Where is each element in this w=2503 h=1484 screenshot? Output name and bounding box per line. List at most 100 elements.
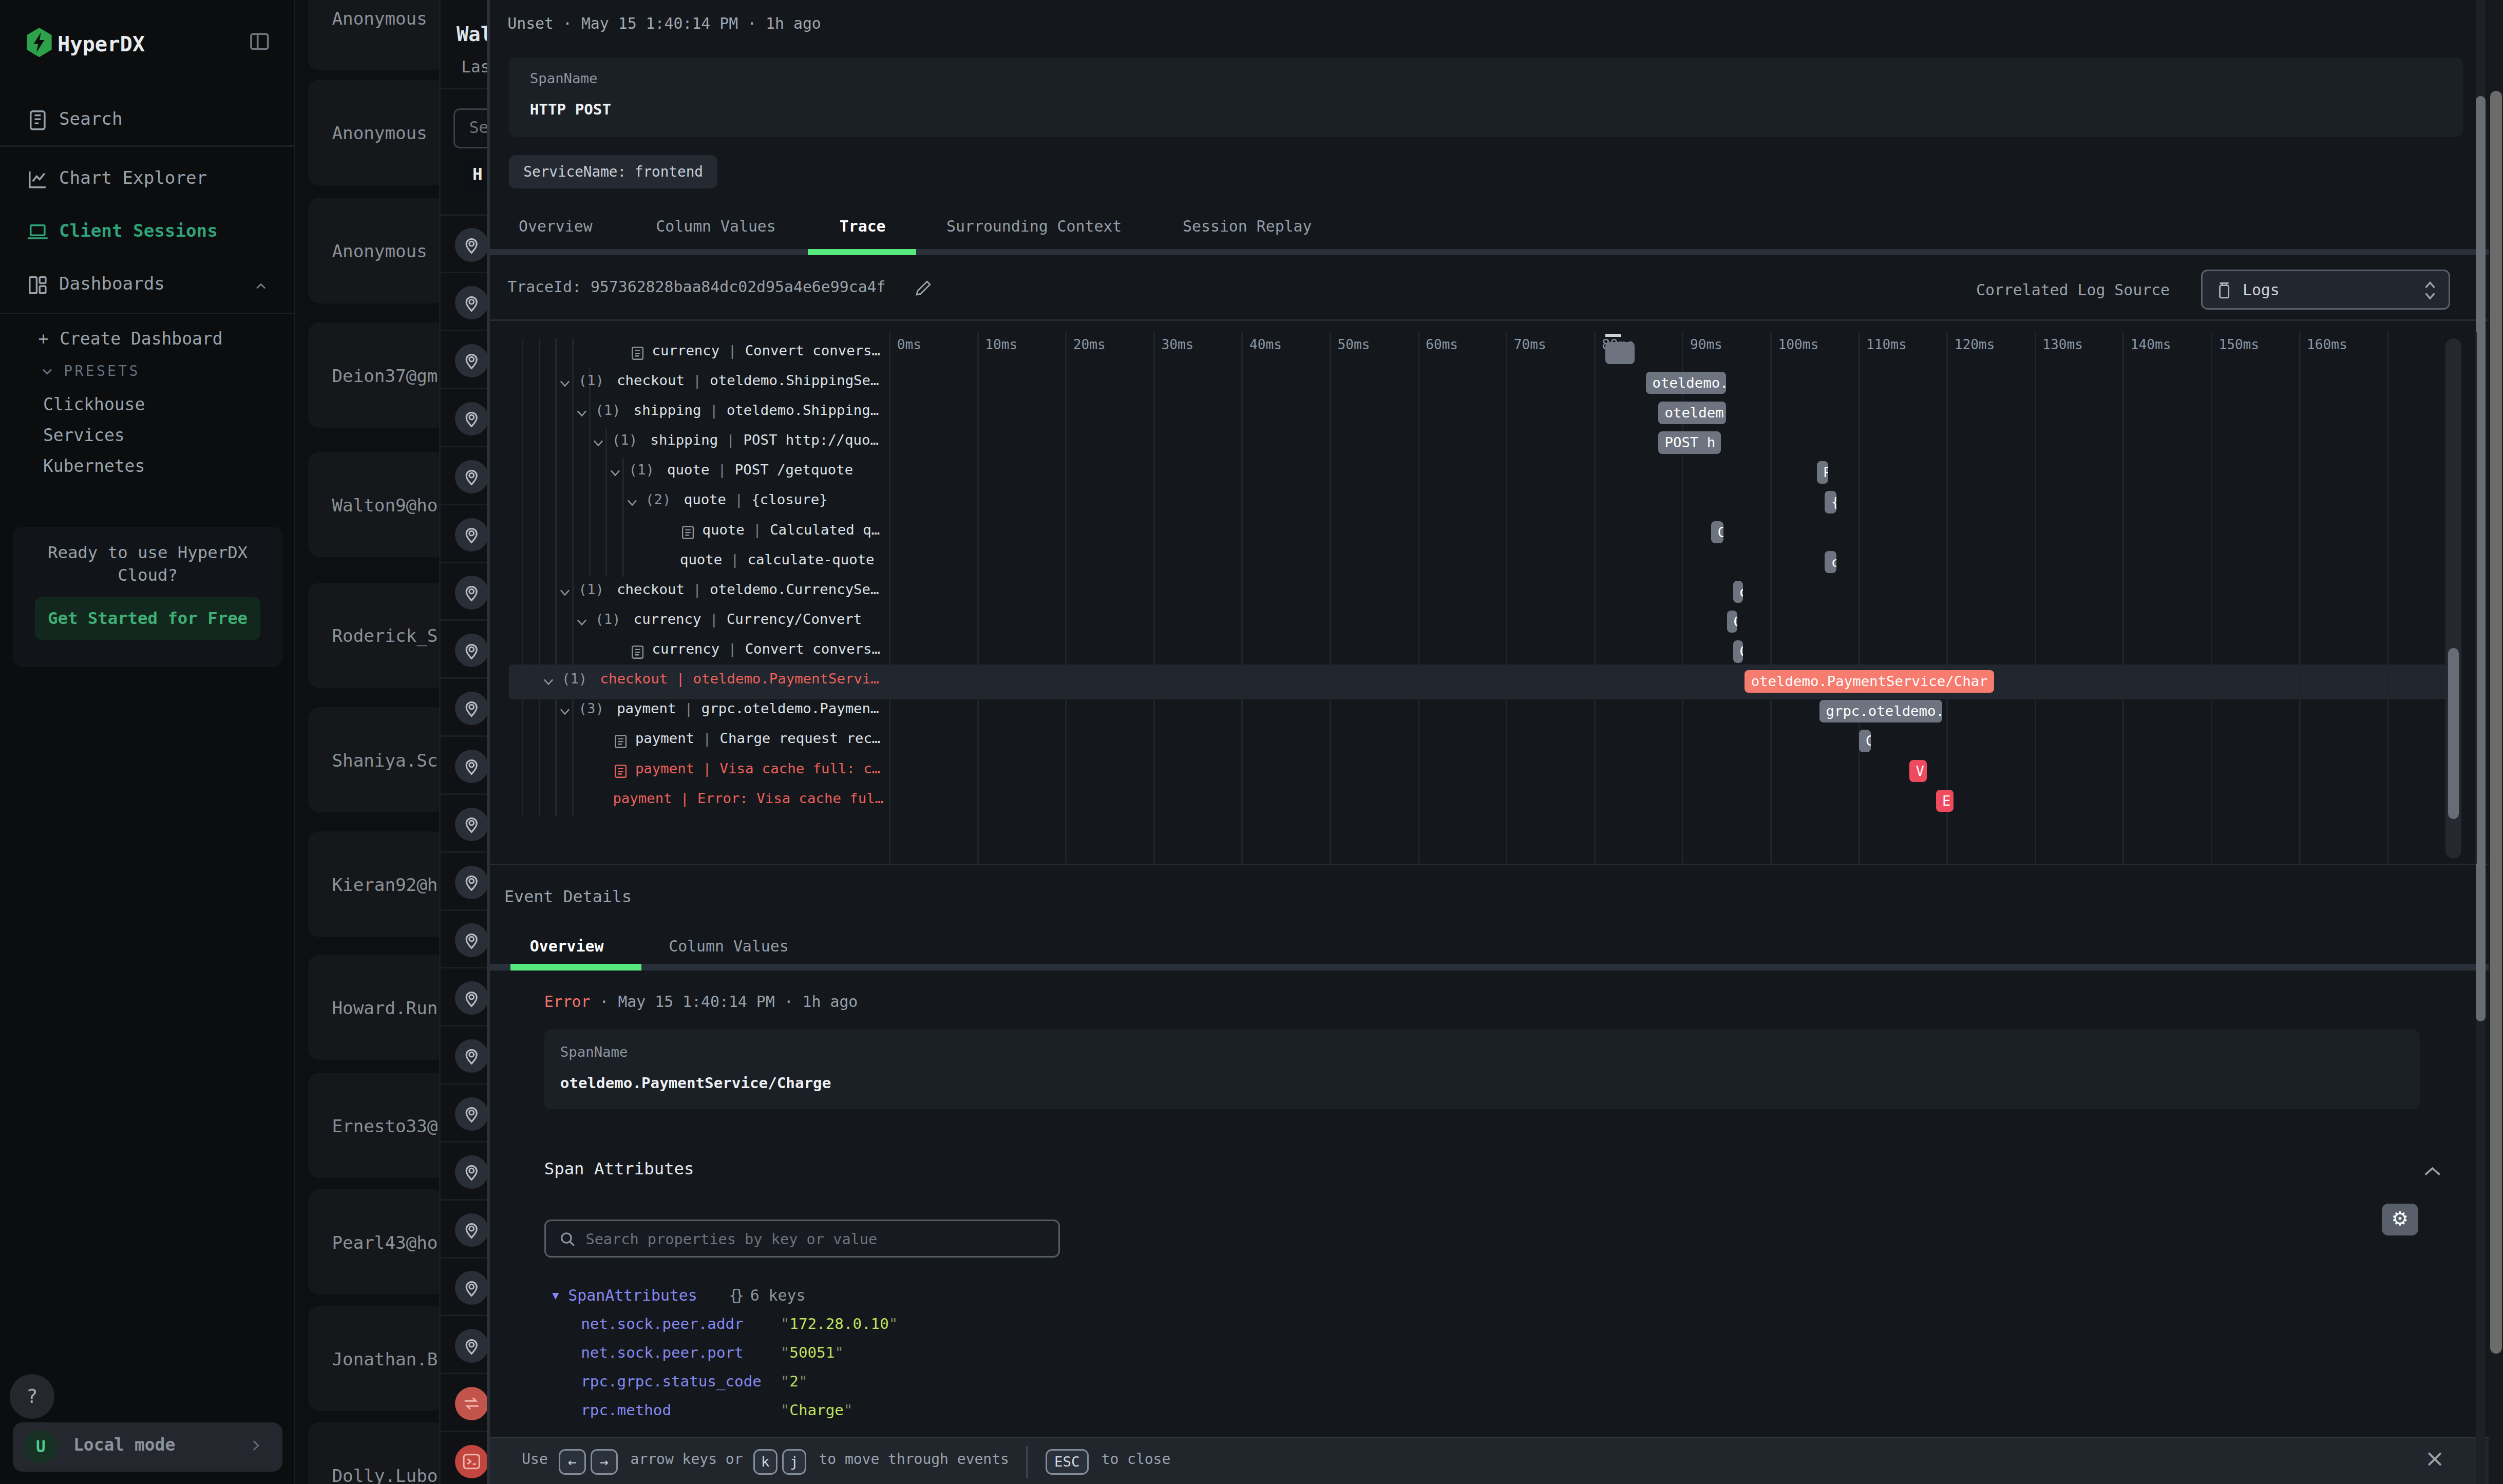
- attributes-root-row[interactable]: ▼ SpanAttributes {} 6 keys: [552, 1286, 805, 1304]
- session-event-row[interactable]: [441, 619, 487, 677]
- session-event-row[interactable]: [441, 1141, 487, 1199]
- session-event-row[interactable]: [441, 677, 487, 735]
- attribute-row[interactable]: net.sock.peer.port"50051": [581, 1344, 743, 1361]
- trace-span-row[interactable]: quote | Calculated q…C: [490, 518, 2503, 547]
- span-duration-bar[interactable]: oteldemo.PaymentService/Char: [1744, 670, 1994, 693]
- session-event-row[interactable]: [441, 967, 487, 1025]
- sidebar-item-chart-explorer[interactable]: Chart Explorer: [0, 161, 295, 200]
- span-duration-bar[interactable]: V: [1909, 760, 1927, 783]
- close-icon[interactable]: ×: [2424, 1444, 2444, 1472]
- session-event-row[interactable]: [441, 1083, 487, 1141]
- session-card[interactable]: Dolly.Lubo: [308, 1422, 439, 1484]
- sidebar-item-search[interactable]: Search: [0, 102, 295, 141]
- preset-kubernetes[interactable]: Kubernetes: [43, 456, 145, 476]
- session-card[interactable]: Walton9@ho: [308, 452, 439, 557]
- chevron-down-icon[interactable]: [558, 585, 572, 600]
- chevron-down-icon[interactable]: [608, 466, 622, 480]
- session-event-row[interactable]: [441, 1257, 487, 1315]
- session-card[interactable]: Jonathan.B: [308, 1306, 439, 1411]
- session-detail-chip[interactable]: H: [461, 160, 487, 192]
- session-card[interactable]: Shaniya.Sc: [308, 707, 439, 812]
- get-started-button[interactable]: Get Started for Free: [35, 597, 260, 640]
- session-event-row[interactable]: [441, 214, 487, 272]
- session-event-row[interactable]: [441, 793, 487, 851]
- local-mode-pill[interactable]: U Local mode: [13, 1422, 282, 1472]
- span-duration-bar[interactable]: c: [1825, 551, 1836, 574]
- attribute-row[interactable]: net.sock.peer.addr"172.28.0.10": [581, 1315, 743, 1333]
- trace-span-row[interactable]: (1)currency | Currency/ConvertC: [490, 607, 2503, 637]
- session-event-row[interactable]: [441, 1315, 487, 1373]
- preset-services[interactable]: Services: [43, 425, 125, 445]
- sidebar-item-client-sessions[interactable]: Client Sessions: [0, 214, 295, 253]
- span-duration-bar[interactable]: C: [1859, 730, 1870, 752]
- preset-clickhouse[interactable]: Clickhouse: [43, 394, 145, 414]
- span-duration-bar[interactable]: P: [1817, 461, 1828, 484]
- chevron-down-icon[interactable]: [558, 376, 572, 391]
- session-card[interactable]: Anonymous: [308, 0, 439, 70]
- trace-span-row[interactable]: (1)shipping | POST http://quo…POST h: [490, 428, 2503, 458]
- trace-span-row[interactable]: currency | Convert convers…C: [490, 637, 2503, 667]
- waterfall-scrollbar[interactable]: [2445, 338, 2461, 859]
- trace-span-row[interactable]: (1)checkout | oteldemo.ShippingSe…otelde…: [490, 368, 2503, 398]
- session-event-row[interactable]: [441, 1431, 487, 1484]
- session-event-row[interactable]: [441, 1025, 487, 1083]
- trace-span-row[interactable]: payment | Visa cache full: c…V: [490, 756, 2503, 786]
- chevron-down-icon[interactable]: [591, 436, 605, 450]
- tab-overview[interactable]: Overview: [519, 217, 593, 235]
- help-button[interactable]: ?: [10, 1374, 54, 1419]
- edit-trace-id-icon[interactable]: [915, 279, 932, 297]
- span-duration-bar[interactable]: POST h: [1658, 431, 1721, 454]
- span-duration-bar[interactable]: [1605, 342, 1635, 365]
- session-card[interactable]: Kieran92@h: [308, 831, 439, 937]
- trace-span-row[interactable]: currency | Convert convers…: [490, 338, 2503, 368]
- trace-span-row[interactable]: quote | calculate-quotec: [490, 547, 2503, 577]
- presets-label[interactable]: PRESETS: [64, 363, 140, 379]
- attributes-search-input[interactable]: Search properties by key or value: [544, 1220, 1060, 1258]
- log-source-select[interactable]: Logs: [2201, 270, 2450, 310]
- session-event-row[interactable]: [441, 851, 487, 909]
- tab-trace[interactable]: Trace: [840, 217, 886, 235]
- create-dashboard-button[interactable]: +Create Dashboard: [39, 329, 223, 349]
- span-duration-bar[interactable]: E: [1936, 790, 1954, 812]
- service-name-chip[interactable]: ServiceName: frontend: [509, 155, 717, 188]
- chevron-down-icon[interactable]: [558, 705, 572, 719]
- trace-span-row[interactable]: (1)shipping | oteldemo.Shipping…oteldem: [490, 398, 2503, 428]
- session-events-search-input[interactable]: Sea: [453, 108, 487, 148]
- attribute-row[interactable]: rpc.grpc.status_code"2": [581, 1373, 762, 1390]
- gear-icon[interactable]: ⚙: [2382, 1204, 2418, 1235]
- span-duration-bar[interactable]: o: [1733, 581, 1743, 603]
- session-event-row[interactable]: [441, 446, 487, 504]
- session-event-row[interactable]: [441, 504, 487, 562]
- collapse-sidebar-icon[interactable]: [248, 30, 272, 53]
- chevron-down-icon[interactable]: [575, 615, 589, 630]
- session-card[interactable]: Ernesto33@: [308, 1073, 439, 1178]
- session-card[interactable]: Anonymous: [308, 80, 439, 185]
- event-details-tab-column-values[interactable]: Column Values: [669, 937, 788, 955]
- chevron-down-icon[interactable]: [625, 496, 639, 510]
- session-event-row[interactable]: [441, 1199, 487, 1257]
- session-card[interactable]: Deion37@gm: [308, 322, 439, 428]
- collapse-attributes-icon[interactable]: [2423, 1165, 2442, 1178]
- chevron-down-icon[interactable]: [575, 406, 589, 421]
- trace-span-row[interactable]: payment | Error: Visa cache ful…E: [490, 786, 2503, 816]
- span-duration-bar[interactable]: {: [1825, 491, 1836, 513]
- trace-span-row[interactable]: payment | Charge request rec…C: [490, 727, 2503, 756]
- trace-span-row[interactable]: (3)payment | grpc.oteldemo.Paymen…grpc.o…: [490, 696, 2503, 726]
- trace-span-row[interactable]: (1)checkout | oteldemo.PaymentServi…otel…: [490, 667, 2503, 696]
- span-duration-bar[interactable]: oteldemo.: [1646, 372, 1726, 394]
- span-duration-bar[interactable]: C: [1733, 640, 1743, 663]
- tab-column-values[interactable]: Column Values: [656, 217, 775, 235]
- attribute-row[interactable]: rpc.method"Charge": [581, 1401, 671, 1419]
- trace-span-row[interactable]: (1)checkout | oteldemo.CurrencySe…o: [490, 577, 2503, 607]
- tab-session-replay[interactable]: Session Replay: [1183, 217, 1312, 235]
- brand-row[interactable]: HyperDX: [26, 27, 281, 59]
- chevron-down-icon[interactable]: [541, 675, 556, 689]
- session-event-row[interactable]: [441, 330, 487, 388]
- span-duration-bar[interactable]: C: [1727, 611, 1738, 633]
- event-details-tab-overview[interactable]: Overview: [530, 937, 604, 955]
- session-event-row[interactable]: [441, 388, 487, 446]
- span-duration-bar[interactable]: oteldem: [1658, 402, 1726, 424]
- tab-surrounding-context[interactable]: Surrounding Context: [946, 217, 1122, 235]
- session-event-row[interactable]: [441, 909, 487, 967]
- trace-span-row[interactable]: (1)quote | POST /getquoteP: [490, 458, 2503, 487]
